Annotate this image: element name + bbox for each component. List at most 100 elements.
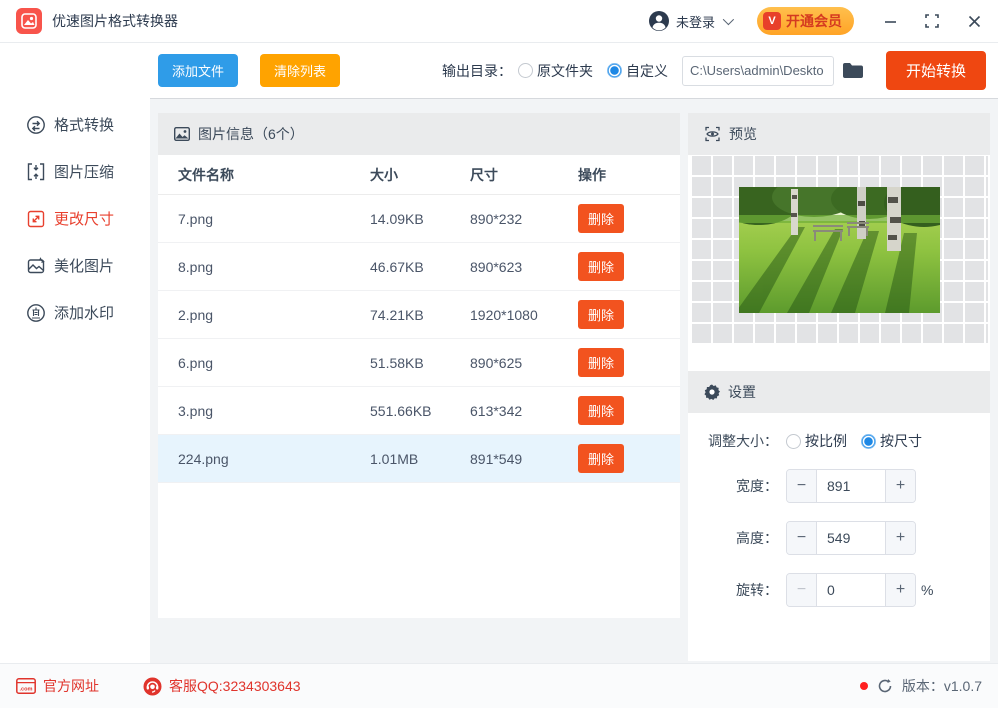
file-size: 14.09KB [370, 210, 424, 227]
file-name: 8.png [178, 258, 214, 275]
customer-service-label: 客服QQ:3234303643 [169, 678, 301, 694]
sidebar-item-beautify[interactable]: 美化图片 [0, 244, 150, 287]
preview-transparency-grid [690, 155, 988, 345]
check-update-button[interactable] [877, 678, 893, 694]
delete-button[interactable]: 删除 [578, 348, 625, 377]
file-dims: 890*625 [470, 354, 523, 371]
sidebar-item-watermark[interactable]: 添加水印 [0, 291, 150, 334]
open-vip-button[interactable]: V 开通会员 [757, 7, 854, 35]
sidebar-item-label: 更改尺寸 [54, 211, 115, 228]
official-website-link[interactable]: .com 官方网址 [16, 676, 99, 696]
file-size: 551.66KB [370, 402, 432, 419]
headset-icon [143, 677, 162, 695]
delete-button[interactable]: 删除 [578, 300, 625, 329]
file-list-panel: 图片信息（6个） 文件名称 大小 尺寸 操作 7.png 14.09KB 890… [158, 113, 680, 618]
website-icon: .com [16, 678, 36, 694]
sidebar-item-label: 美化图片 [54, 258, 115, 275]
file-name: 3.png [178, 402, 214, 419]
rotate-decrement-button[interactable]: − [787, 574, 817, 606]
width-increment-button[interactable]: + [885, 470, 915, 502]
radio-custom-folder[interactable]: 自定义 [606, 61, 668, 81]
col-header-size: 大小 [370, 166, 398, 183]
preview-panel-header: 预览 [688, 113, 990, 155]
file-list-title: 图片信息（6个） [198, 126, 304, 142]
app-logo-icon [16, 8, 42, 34]
clear-list-button[interactable]: 清除列表 [260, 54, 341, 87]
col-header-dims: 尺寸 [470, 166, 498, 183]
col-header-name: 文件名称 [178, 166, 234, 183]
radio-custom-folder-icon[interactable] [606, 63, 622, 78]
file-name: 6.png [178, 354, 214, 371]
delete-button[interactable]: 删除 [578, 444, 625, 473]
sidebar-item-label: 添加水印 [54, 305, 115, 322]
app-title: 优速图片格式转换器 [52, 13, 178, 29]
file-name: 224.png [178, 450, 229, 467]
resize-icon [26, 209, 46, 229]
official-website-label: 官方网址 [43, 678, 99, 694]
gear-icon [704, 384, 720, 400]
width-decrement-button[interactable]: − [787, 470, 817, 502]
rotate-row: 旋转： − 0 + % [688, 573, 990, 607]
radio-by-size-icon[interactable] [861, 433, 876, 449]
settings-title: 设置 [728, 384, 756, 400]
rotate-label: 旋转： [736, 582, 778, 598]
file-name: 2.png [178, 306, 214, 323]
table-row[interactable]: 3.png 551.66KB 613*342 删除 [158, 387, 680, 435]
delete-button[interactable]: 删除 [578, 204, 625, 233]
right-panel: 预览 设置 调整大小： 按比例 按尺寸 宽度： − 891 + 高度： − 54… [688, 113, 990, 661]
refresh-icon [878, 679, 892, 693]
rotate-value[interactable]: 0 [817, 574, 885, 606]
file-list-panel-header: 图片信息（6个） [158, 113, 680, 155]
file-dims: 890*232 [470, 210, 523, 227]
settings-panel-header: 设置 [688, 371, 990, 413]
convert-icon [26, 115, 46, 135]
height-decrement-button[interactable]: − [787, 522, 817, 554]
minimize-button[interactable] [882, 13, 898, 29]
height-increment-button[interactable]: + [885, 522, 915, 554]
radio-by-size[interactable]: 按尺寸 [861, 431, 922, 451]
start-convert-button[interactable]: 开始转换 [885, 51, 986, 90]
table-row-selected[interactable]: 224.png 1.01MB 891*549 删除 [158, 435, 680, 483]
height-row: 高度： − 549 + [688, 521, 990, 555]
file-dims: 890*623 [470, 258, 523, 275]
toolbar: 添加文件 清除列表 输出目录： 原文件夹 自定义 开始转换 [150, 43, 998, 99]
rotate-increment-button[interactable]: + [885, 574, 915, 606]
file-dims: 613*342 [470, 402, 523, 419]
height-value[interactable]: 549 [817, 522, 885, 554]
browse-folder-button[interactable] [842, 62, 864, 79]
table-row[interactable]: 2.png 74.21KB 1920*1080 删除 [158, 291, 680, 339]
sidebar-item-resize[interactable]: 更改尺寸 [0, 197, 150, 240]
app-window: 优速图片格式转换器 未登录 V 开通会员 格式转换 图片压缩 更改尺寸 美化图片… [0, 0, 998, 708]
close-button[interactable] [966, 13, 982, 29]
table-row[interactable]: 7.png 14.09KB 890*232 删除 [158, 195, 680, 243]
vip-badge-icon: V [763, 12, 781, 30]
table-row[interactable]: 8.png 46.67KB 890*623 删除 [158, 243, 680, 291]
maximize-button[interactable] [924, 13, 940, 29]
chevron-down-icon [722, 13, 735, 26]
image-info-icon [174, 127, 190, 141]
file-size: 1.01MB [370, 450, 419, 467]
add-files-button[interactable]: 添加文件 [158, 54, 239, 87]
delete-button[interactable]: 删除 [578, 252, 625, 281]
sidebar-item-compress[interactable]: 图片压缩 [0, 150, 150, 193]
preview-image [738, 187, 940, 313]
radio-by-ratio[interactable]: 按比例 [786, 431, 847, 451]
rotate-suffix: % [921, 582, 934, 598]
login-menu[interactable]: 未登录 [648, 10, 735, 32]
output-path-input[interactable] [681, 55, 834, 86]
radio-source-folder-icon[interactable] [517, 63, 533, 78]
radio-source-folder[interactable]: 原文件夹 [517, 61, 593, 81]
preview-title: 预览 [729, 126, 757, 142]
table-row[interactable]: 6.png 51.58KB 890*625 删除 [158, 339, 680, 387]
svg-text:.com: .com [19, 687, 32, 693]
width-label: 宽度： [736, 478, 778, 494]
width-row: 宽度： − 891 + [688, 469, 990, 503]
compress-icon [26, 162, 46, 182]
sidebar-item-format-convert[interactable]: 格式转换 [0, 103, 150, 146]
delete-button[interactable]: 删除 [578, 396, 625, 425]
customer-service-link[interactable]: 客服QQ:3234303643 [143, 676, 301, 696]
sidebar-item-label: 图片压缩 [54, 164, 115, 181]
radio-by-ratio-icon[interactable] [786, 433, 801, 449]
width-value[interactable]: 891 [817, 470, 885, 502]
file-dims: 891*549 [470, 450, 523, 467]
